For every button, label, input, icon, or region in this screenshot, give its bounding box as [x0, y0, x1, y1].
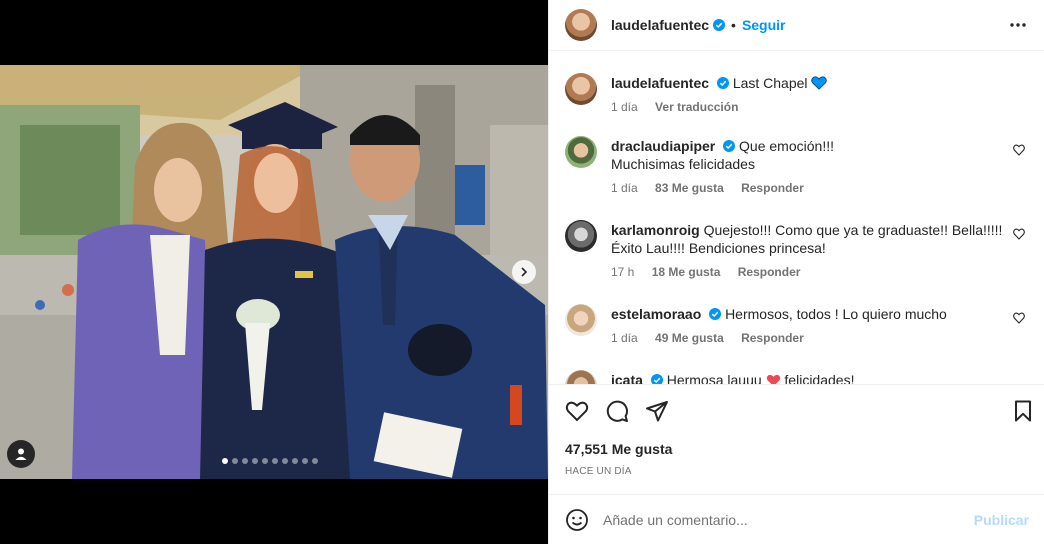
commenter-avatar[interactable]	[565, 370, 597, 384]
comment-text: Muchisimas felicidades	[611, 156, 755, 172]
chevron-right-icon	[521, 267, 528, 277]
share-icon[interactable]	[645, 399, 669, 423]
comment-likes[interactable]: 18 Me gusta	[652, 265, 721, 279]
carousel-indicators	[222, 458, 318, 464]
carousel-dot	[312, 458, 318, 464]
comment-text: Hermosos, todos ! Lo quiero mucho	[725, 306, 947, 322]
post-actions: 47,551 Me gusta HACE UN DÍA	[549, 384, 1044, 494]
post-photo[interactable]	[0, 65, 548, 479]
author-avatar[interactable]	[565, 9, 597, 41]
carousel-dot	[282, 458, 288, 464]
commenter-avatar[interactable]	[565, 304, 597, 336]
header-separator: •	[731, 17, 736, 33]
add-comment-bar: Publicar	[549, 494, 1044, 544]
follow-button[interactable]: Seguir	[742, 17, 786, 33]
post-panel: laudelafuentec • Seguir laudelafuentec L…	[548, 0, 1044, 544]
comment-input[interactable]	[603, 511, 974, 528]
carousel-dot	[302, 458, 308, 464]
verified-icon	[709, 308, 722, 320]
caption-text: Last Chapel	[732, 75, 808, 91]
comment-text: Éxito Lau!!!! Bendiciones princesa!	[611, 240, 826, 256]
publish-button[interactable]: Publicar	[974, 512, 1029, 528]
carousel-dot	[222, 458, 228, 464]
reply-button[interactable]: Responder	[738, 265, 801, 279]
red-heart-emoji	[766, 374, 780, 384]
comment-item: estelamoraao Hermosos, todos ! Lo quiero…	[565, 304, 1029, 347]
carousel-dot	[292, 458, 298, 464]
comment-text: Hermosa lauuu	[666, 372, 762, 384]
comment-likes[interactable]: 83 Me gusta	[655, 181, 724, 195]
carousel-dot	[262, 458, 268, 464]
bookmark-icon[interactable]	[1011, 399, 1035, 423]
comment-age: 1 día	[611, 331, 638, 345]
comment-text: Quejesto!!! Como que ya te graduaste!! B…	[703, 222, 1003, 238]
carousel-dot	[252, 458, 258, 464]
comment-age: 1 día	[611, 181, 638, 195]
verified-icon	[716, 77, 729, 89]
like-comment-heart-icon[interactable]	[1013, 144, 1025, 156]
comment-icon[interactable]	[605, 399, 629, 423]
likes-count[interactable]: 47,551 Me gusta	[565, 441, 672, 457]
comment-age: 17 h	[611, 265, 635, 279]
more-options-icon[interactable]	[1008, 15, 1028, 35]
emoji-icon[interactable]	[565, 508, 589, 532]
carousel-dot	[232, 458, 238, 464]
caption-username[interactable]: laudelafuentec	[611, 75, 709, 91]
comment-item: icata Hermosa lauuu felicidades!	[565, 370, 1029, 384]
like-comment-heart-icon[interactable]	[1013, 312, 1025, 324]
caption: laudelafuentec Last Chapel 1 día Ver tra…	[565, 73, 1029, 116]
carousel-dot	[242, 458, 248, 464]
comment-username[interactable]: estelamoraao	[611, 306, 701, 322]
comment-text: felicidades!	[784, 372, 855, 384]
caption-age: 1 día	[611, 100, 638, 114]
user-tag-icon	[15, 448, 27, 460]
commenter-avatar[interactable]	[565, 220, 597, 252]
translate-link[interactable]: Ver traducción	[655, 100, 738, 114]
comment-username[interactable]: icata	[611, 372, 643, 384]
heart-icon[interactable]	[565, 399, 589, 423]
reply-button[interactable]: Responder	[741, 331, 804, 345]
reply-button[interactable]: Responder	[741, 181, 804, 195]
tagged-users-button[interactable]	[7, 440, 35, 468]
commenter-avatar[interactable]	[565, 136, 597, 168]
verified-icon	[650, 374, 663, 384]
comment-username[interactable]: draclaudiapiper	[611, 138, 715, 154]
graduation-photo	[0, 65, 548, 479]
next-photo-button[interactable]	[512, 260, 536, 284]
comments-list[interactable]: laudelafuentec Last Chapel 1 día Ver tra…	[549, 52, 1044, 384]
verified-icon	[713, 19, 726, 31]
like-comment-heart-icon[interactable]	[1013, 228, 1025, 240]
carousel-dot	[272, 458, 278, 464]
post-header: laudelafuentec • Seguir	[549, 0, 1044, 51]
author-username[interactable]: laudelafuentec	[611, 17, 709, 33]
author-avatar[interactable]	[565, 73, 597, 105]
blue-heart-emoji	[811, 76, 828, 90]
post-timestamp: HACE UN DÍA	[565, 466, 632, 477]
comment-item: karlamonroig Quejesto!!! Como que ya te …	[565, 220, 1029, 281]
post-media	[0, 0, 548, 544]
comment-likes[interactable]: 49 Me gusta	[655, 331, 724, 345]
comment-text: Que emoción!!!	[739, 138, 834, 154]
comment-username[interactable]: karlamonroig	[611, 222, 700, 238]
comment-item: draclaudiapiper Que emoción!!! Muchisima…	[565, 136, 1029, 197]
verified-icon	[723, 140, 736, 152]
